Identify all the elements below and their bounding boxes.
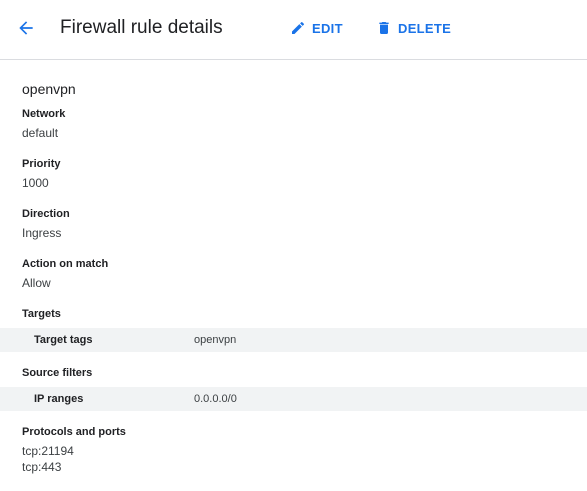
protocol-item: tcp:21194	[22, 444, 74, 458]
direction-value: Ingress	[22, 226, 62, 240]
trash-icon	[379, 22, 389, 34]
source-filters-field: Source filters IP ranges 0.0.0.0/0	[0, 365, 587, 411]
direction-field: Direction Ingress	[22, 206, 587, 241]
page-header: Firewall rule details EDIT DELETE	[0, 0, 587, 60]
rule-details: openvpn Network default Priority 1000 Di…	[0, 78, 587, 490]
direction-label: Direction	[22, 208, 70, 220]
target-tags-value: openvpn	[194, 334, 237, 346]
edit-button[interactable]: EDIT	[290, 18, 343, 38]
action-value: Allow	[22, 276, 51, 290]
target-tags-key: Target tags	[34, 334, 93, 346]
targets-row: Target tags openvpn	[0, 328, 587, 352]
protocol-item: tcp:443	[22, 460, 62, 474]
delete-button-label: DELETE	[398, 20, 452, 36]
back-button[interactable]	[12, 14, 40, 42]
network-field: Network default	[22, 106, 587, 141]
network-value: default	[22, 126, 59, 140]
source-filters-label: Source filters	[22, 367, 93, 379]
edit-button-label: EDIT	[312, 20, 343, 36]
action-label: Action on match	[22, 258, 109, 270]
ip-ranges-value: 0.0.0.0/0	[194, 393, 237, 405]
targets-field: Targets Target tags openvpn	[0, 306, 587, 352]
page-title: Firewall rule details	[60, 17, 223, 38]
targets-label: Targets	[22, 308, 61, 320]
priority-label: Priority	[22, 158, 61, 170]
ip-ranges-key: IP ranges	[34, 393, 84, 405]
protocols-list: tcp:21194 tcp:443	[22, 443, 587, 475]
delete-button[interactable]: DELETE	[376, 18, 451, 38]
priority-value: 1000	[22, 176, 49, 190]
source-filters-row: IP ranges 0.0.0.0/0	[0, 387, 587, 411]
action-field: Action on match Allow	[22, 256, 587, 291]
arrow-back-icon	[19, 21, 33, 35]
rule-name: openvpn	[22, 81, 76, 97]
network-label: Network	[22, 108, 66, 120]
priority-field: Priority 1000	[22, 156, 587, 191]
protocols-label: Protocols and ports	[22, 426, 126, 438]
protocols-field: Protocols and ports tcp:21194 tcp:443	[22, 424, 587, 475]
pencil-icon	[292, 21, 305, 34]
